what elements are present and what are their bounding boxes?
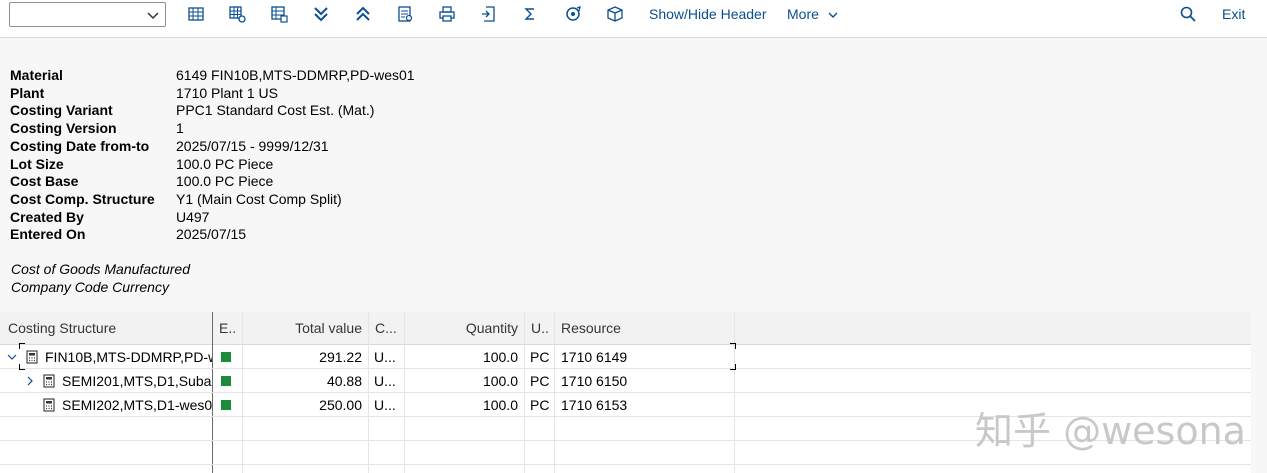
focus-frame <box>19 343 25 349</box>
caption-cost-of-goods: Cost of Goods Manufactured <box>11 261 190 277</box>
cell-structure: FIN10B,MTS-DDMRP,PD-wes01 <box>45 349 212 365</box>
cell-quantity: 100.0 <box>482 373 518 389</box>
table-settings-icon[interactable] <box>187 5 205 23</box>
exit-label: Exit <box>1222 6 1246 22</box>
export-icon[interactable] <box>480 5 498 23</box>
cell-quantity: 100.0 <box>482 349 518 365</box>
cell-structure: SEMI201,MTS,D1,Subassembly <box>62 373 212 389</box>
header-label: Cost Base <box>10 173 79 190</box>
cell-resource: 1710 6149 <box>561 349 628 365</box>
status-indicator <box>221 376 231 386</box>
focus-frame <box>730 343 736 349</box>
expand-all-icon[interactable] <box>312 5 330 23</box>
cell-total-value: 291.22 <box>319 349 362 365</box>
header-value: U497 <box>176 208 210 225</box>
chevron-down-icon <box>828 12 838 19</box>
cell-resource: 1710 6150 <box>561 373 628 389</box>
more-label: More <box>787 6 819 22</box>
status-indicator <box>221 400 231 410</box>
cell-total-value: 40.88 <box>326 373 362 389</box>
cell-unit: PC <box>530 373 550 389</box>
cell-unit: PC <box>530 349 550 365</box>
header-value: Y1 (Main Cost Comp Split) <box>176 190 342 207</box>
collapse-all-icon[interactable] <box>354 5 372 23</box>
header-value: 1 <box>176 120 184 137</box>
header-label: Costing Version <box>10 120 117 137</box>
header-value: PPC1 Standard Cost Est. (Mat.) <box>176 102 375 119</box>
column-header-unit[interactable]: U.. <box>531 312 553 345</box>
table-row[interactable]: FIN10B,MTS-DDMRP,PD-wes01 291.22 U... 10… <box>0 343 1251 370</box>
exit-button[interactable]: Exit <box>1222 6 1245 22</box>
cell-unit: PC <box>530 397 550 413</box>
header-value: 100.0 PC Piece <box>176 155 274 172</box>
chevron-down-icon <box>147 12 159 20</box>
column-header-currency[interactable]: C... <box>375 312 403 345</box>
header-value: 6149 FIN10B,MTS-DDMRP,PD-wes01 <box>176 67 415 83</box>
refresh-icon[interactable] <box>564 5 582 23</box>
show-hide-header-label: Show/Hide Header <box>649 6 767 22</box>
show-hide-header-button[interactable]: Show/Hide Header <box>649 6 767 22</box>
header-label: Plant <box>10 84 45 101</box>
header-label: Material <box>10 67 63 83</box>
cell-quantity: 100.0 <box>482 397 518 413</box>
watermark: 知乎 @wesona <box>975 409 1246 453</box>
chevron-right-icon[interactable] <box>25 376 35 386</box>
header-label: Costing Date from-to <box>10 137 150 154</box>
header-label: Entered On <box>10 226 86 243</box>
header-value: 2025/07/15 <box>176 226 247 243</box>
cell-total-value: 250.00 <box>319 397 362 413</box>
table-row[interactable]: SEMI201,MTS,D1,Subassembly 40.88 U... 10… <box>0 369 1251 393</box>
status-indicator <box>221 352 231 362</box>
column-header-quantity[interactable]: Quantity <box>405 312 518 345</box>
cell-currency: U... <box>374 349 396 365</box>
column-header-total-value[interactable]: Total value <box>243 312 362 345</box>
header-value: 1710 Plant 1 US <box>176 84 278 101</box>
calculator-icon <box>43 398 55 412</box>
print-icon[interactable] <box>438 5 456 23</box>
grid-settings-icon[interactable] <box>228 5 246 23</box>
caption-currency: Company Code Currency <box>11 279 169 295</box>
layout-select[interactable] <box>9 2 166 27</box>
chevron-down-icon[interactable] <box>7 352 17 362</box>
header-label: Created By <box>10 208 84 225</box>
sum-icon[interactable] <box>521 5 539 23</box>
column-header-resource[interactable]: Resource <box>561 312 731 345</box>
cell-currency: U... <box>374 397 396 413</box>
calculator-icon <box>43 374 55 388</box>
cell-structure: SEMI202,MTS,D1-wes01 <box>62 397 212 413</box>
column-header-costing-structure[interactable]: Costing Structure <box>8 312 208 345</box>
details-icon[interactable] <box>396 5 414 23</box>
header-label: Costing Variant <box>10 102 113 119</box>
grid-header: Costing Structure E.. Total value C... Q… <box>0 312 1251 345</box>
header-label: Cost Comp. Structure <box>10 190 155 207</box>
header-value: 2025/07/15 - 9999/12/31 <box>176 137 329 154</box>
header-label: Lot Size <box>10 155 64 172</box>
header-value: 100.0 PC Piece <box>176 173 274 190</box>
toolbar: Show/Hide Header More Exit <box>0 0 1267 38</box>
more-button[interactable]: More <box>787 6 839 22</box>
package-icon[interactable] <box>606 5 624 23</box>
calculator-icon <box>26 350 38 364</box>
cell-currency: U... <box>374 373 396 389</box>
column-header-e[interactable]: E.. <box>219 312 241 345</box>
search-icon[interactable] <box>1179 5 1197 23</box>
cell-resource: 1710 6153 <box>561 397 628 413</box>
columns-icon[interactable] <box>270 5 288 23</box>
